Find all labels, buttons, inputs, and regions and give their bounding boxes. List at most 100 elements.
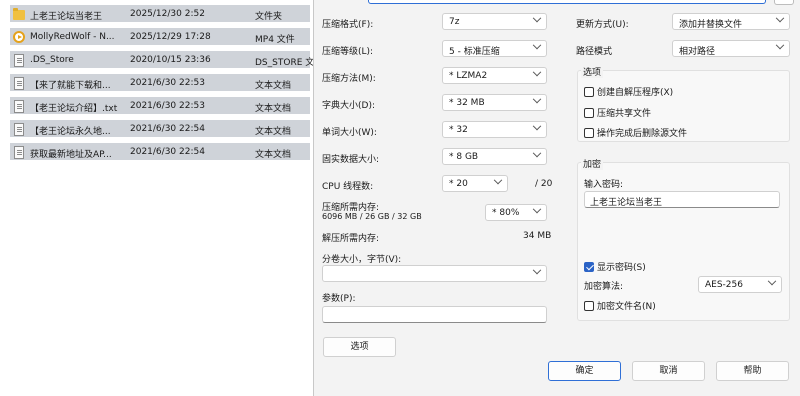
help-button[interactable]: 帮助 (716, 361, 789, 381)
chevron-down-icon (532, 13, 542, 23)
chevron-down-icon (532, 40, 542, 50)
file-icon (14, 54, 24, 67)
file-type: 文本文档 (255, 127, 292, 137)
options-group-title: 选项 (581, 65, 604, 78)
encrypt-names-checkbox[interactable]: 加密文件名(N) (584, 299, 656, 312)
update-mode-select[interactable]: 添加并替换文件 (672, 13, 790, 30)
method-value: * LZMA2 (449, 71, 488, 81)
checkbox-box[interactable] (584, 107, 594, 118)
file-row[interactable]: 【老王论坛永久地... 2021/6/30 22:54 文本文档 (10, 120, 310, 140)
create-sfx-checkbox[interactable]: 创建自解压程序(X) (584, 85, 673, 98)
solid-value: * 8 GB (449, 152, 479, 162)
file-row[interactable]: .DS_Store 2020/10/15 23:36 DS_STORE 文件 (10, 51, 315, 71)
dict-value: * 32 MB (449, 98, 485, 108)
file-type: DS_STORE 文件 (255, 58, 315, 68)
text-file-icon (14, 146, 24, 159)
file-date: 2025/12/30 2:52 (130, 9, 205, 19)
level-value: 5 - 标准压缩 (449, 47, 500, 57)
chevron-down-icon (493, 175, 503, 185)
encryption-method-select[interactable]: AES-256 (698, 276, 782, 293)
file-name: .DS_Store (30, 55, 74, 65)
chevron-down-icon (767, 276, 777, 286)
text-file-icon (14, 77, 24, 90)
algo-value: AES-256 (705, 280, 743, 290)
browse-button[interactable] (774, 0, 794, 5)
method-label: 压缩方法(M): (322, 74, 376, 84)
decomp-value: 34 MB (523, 231, 552, 241)
chevron-down-icon (775, 40, 785, 50)
threads-value: * 20 (449, 179, 468, 189)
level-label: 压缩等级(L): (322, 47, 374, 57)
split-volume-select[interactable] (322, 265, 547, 282)
format-select[interactable]: 7z (442, 13, 547, 30)
mem-percent-select[interactable]: * 80% (485, 204, 547, 221)
encrypt-names-label: 加密文件名(N) (597, 302, 656, 312)
split-label: 分卷大小，字节(V): (322, 255, 402, 265)
file-row[interactable]: 【老王论坛介绍】.txt 2021/6/30 22:53 文本文档 (10, 97, 310, 117)
file-name: 【来了就能下载和... (30, 81, 111, 91)
mem-percent-value: * 80% (492, 208, 520, 218)
show-password-label: 显示密码(S) (597, 263, 646, 273)
text-file-icon (14, 100, 24, 113)
threads-total: / 20 (535, 179, 553, 189)
decomp-label: 解压所需内存: (322, 234, 380, 244)
threads-label: CPU 线程数: (322, 182, 374, 192)
compress-shared-label: 压缩共享文件 (597, 109, 652, 119)
show-password-checkbox[interactable]: 显示密码(S) (584, 260, 646, 273)
file-name: 获取最新地址及AP... (30, 150, 112, 160)
file-type: 文件夹 (255, 12, 283, 22)
password-label: 输入密码: (584, 180, 624, 190)
file-type: 文本文档 (255, 81, 292, 91)
file-name: MollyRedWolf - N... (30, 32, 115, 42)
compress-shared-checkbox[interactable]: 压缩共享文件 (584, 106, 651, 119)
file-type: MP4 文件 (255, 35, 295, 45)
chevron-down-icon (532, 265, 542, 275)
solid-label: 固实数据大小: (322, 155, 380, 165)
ok-button[interactable]: 确定 (548, 361, 621, 381)
file-row[interactable]: 获取最新地址及AP... 2021/6/30 22:54 文本文档 (10, 143, 310, 163)
password-value: 上老王论坛当老王 (590, 198, 663, 208)
file-name: 上老王论坛当老王 (30, 12, 103, 22)
archive-path-input[interactable] (368, 0, 766, 4)
path-value: 相对路径 (679, 47, 716, 57)
method-select[interactable]: * LZMA2 (442, 67, 547, 84)
file-date: 2021/6/30 22:54 (130, 124, 205, 134)
file-name: 【老王论坛介绍】.txt (30, 104, 118, 114)
checkbox-box[interactable] (584, 300, 594, 311)
file-row[interactable]: MollyRedWolf - N... 2025/12/29 17:28 MP4… (10, 28, 310, 48)
checkbox-box[interactable] (584, 86, 594, 97)
chevron-down-icon (532, 94, 542, 104)
threads-select[interactable]: * 20 (442, 175, 508, 192)
delete-after-label: 操作完成后删除源文件 (597, 129, 688, 139)
word-select[interactable]: * 32 (442, 121, 547, 138)
cancel-button[interactable]: 取消 (632, 361, 705, 381)
folder-icon (13, 8, 25, 20)
dict-select[interactable]: * 32 MB (442, 94, 547, 111)
update-value: 添加并替换文件 (679, 20, 743, 30)
params-label: 参数(P): (322, 294, 356, 304)
file-date: 2020/10/15 23:36 (130, 55, 211, 65)
file-row[interactable]: 【来了就能下载和... 2021/6/30 22:53 文本文档 (10, 74, 310, 94)
checkbox-checked-icon[interactable] (584, 261, 594, 272)
path-mode-select[interactable]: 相对路径 (672, 40, 790, 57)
encryption-group-title: 加密 (581, 157, 604, 170)
format-label: 压缩格式(F): (322, 20, 374, 30)
create-sfx-label: 创建自解压程序(X) (597, 88, 674, 98)
file-type: 文本文档 (255, 150, 292, 160)
options-button[interactable]: 选项 (323, 337, 396, 357)
checkbox-box[interactable] (584, 127, 594, 138)
password-input[interactable]: 上老王论坛当老王 (584, 191, 780, 208)
chevron-down-icon (532, 204, 542, 214)
format-value: 7z (449, 17, 460, 27)
word-value: * 32 (449, 125, 468, 135)
chevron-down-icon (532, 67, 542, 77)
chevron-down-icon (532, 121, 542, 131)
chevron-down-icon (775, 13, 785, 23)
params-input[interactable] (322, 306, 547, 323)
file-name: 【老王论坛永久地... (30, 127, 111, 137)
delete-after-checkbox[interactable]: 操作完成后删除源文件 (584, 126, 687, 139)
file-row[interactable]: 上老王论坛当老王 2025/12/30 2:52 文件夹 (10, 5, 310, 25)
solid-select[interactable]: * 8 GB (442, 148, 547, 165)
level-select[interactable]: 5 - 标准压缩 (442, 40, 547, 57)
add-to-archive-dialog: 压缩格式(F): 7z 压缩等级(L): 5 - 标准压缩 压缩方法(M): *… (313, 0, 800, 396)
